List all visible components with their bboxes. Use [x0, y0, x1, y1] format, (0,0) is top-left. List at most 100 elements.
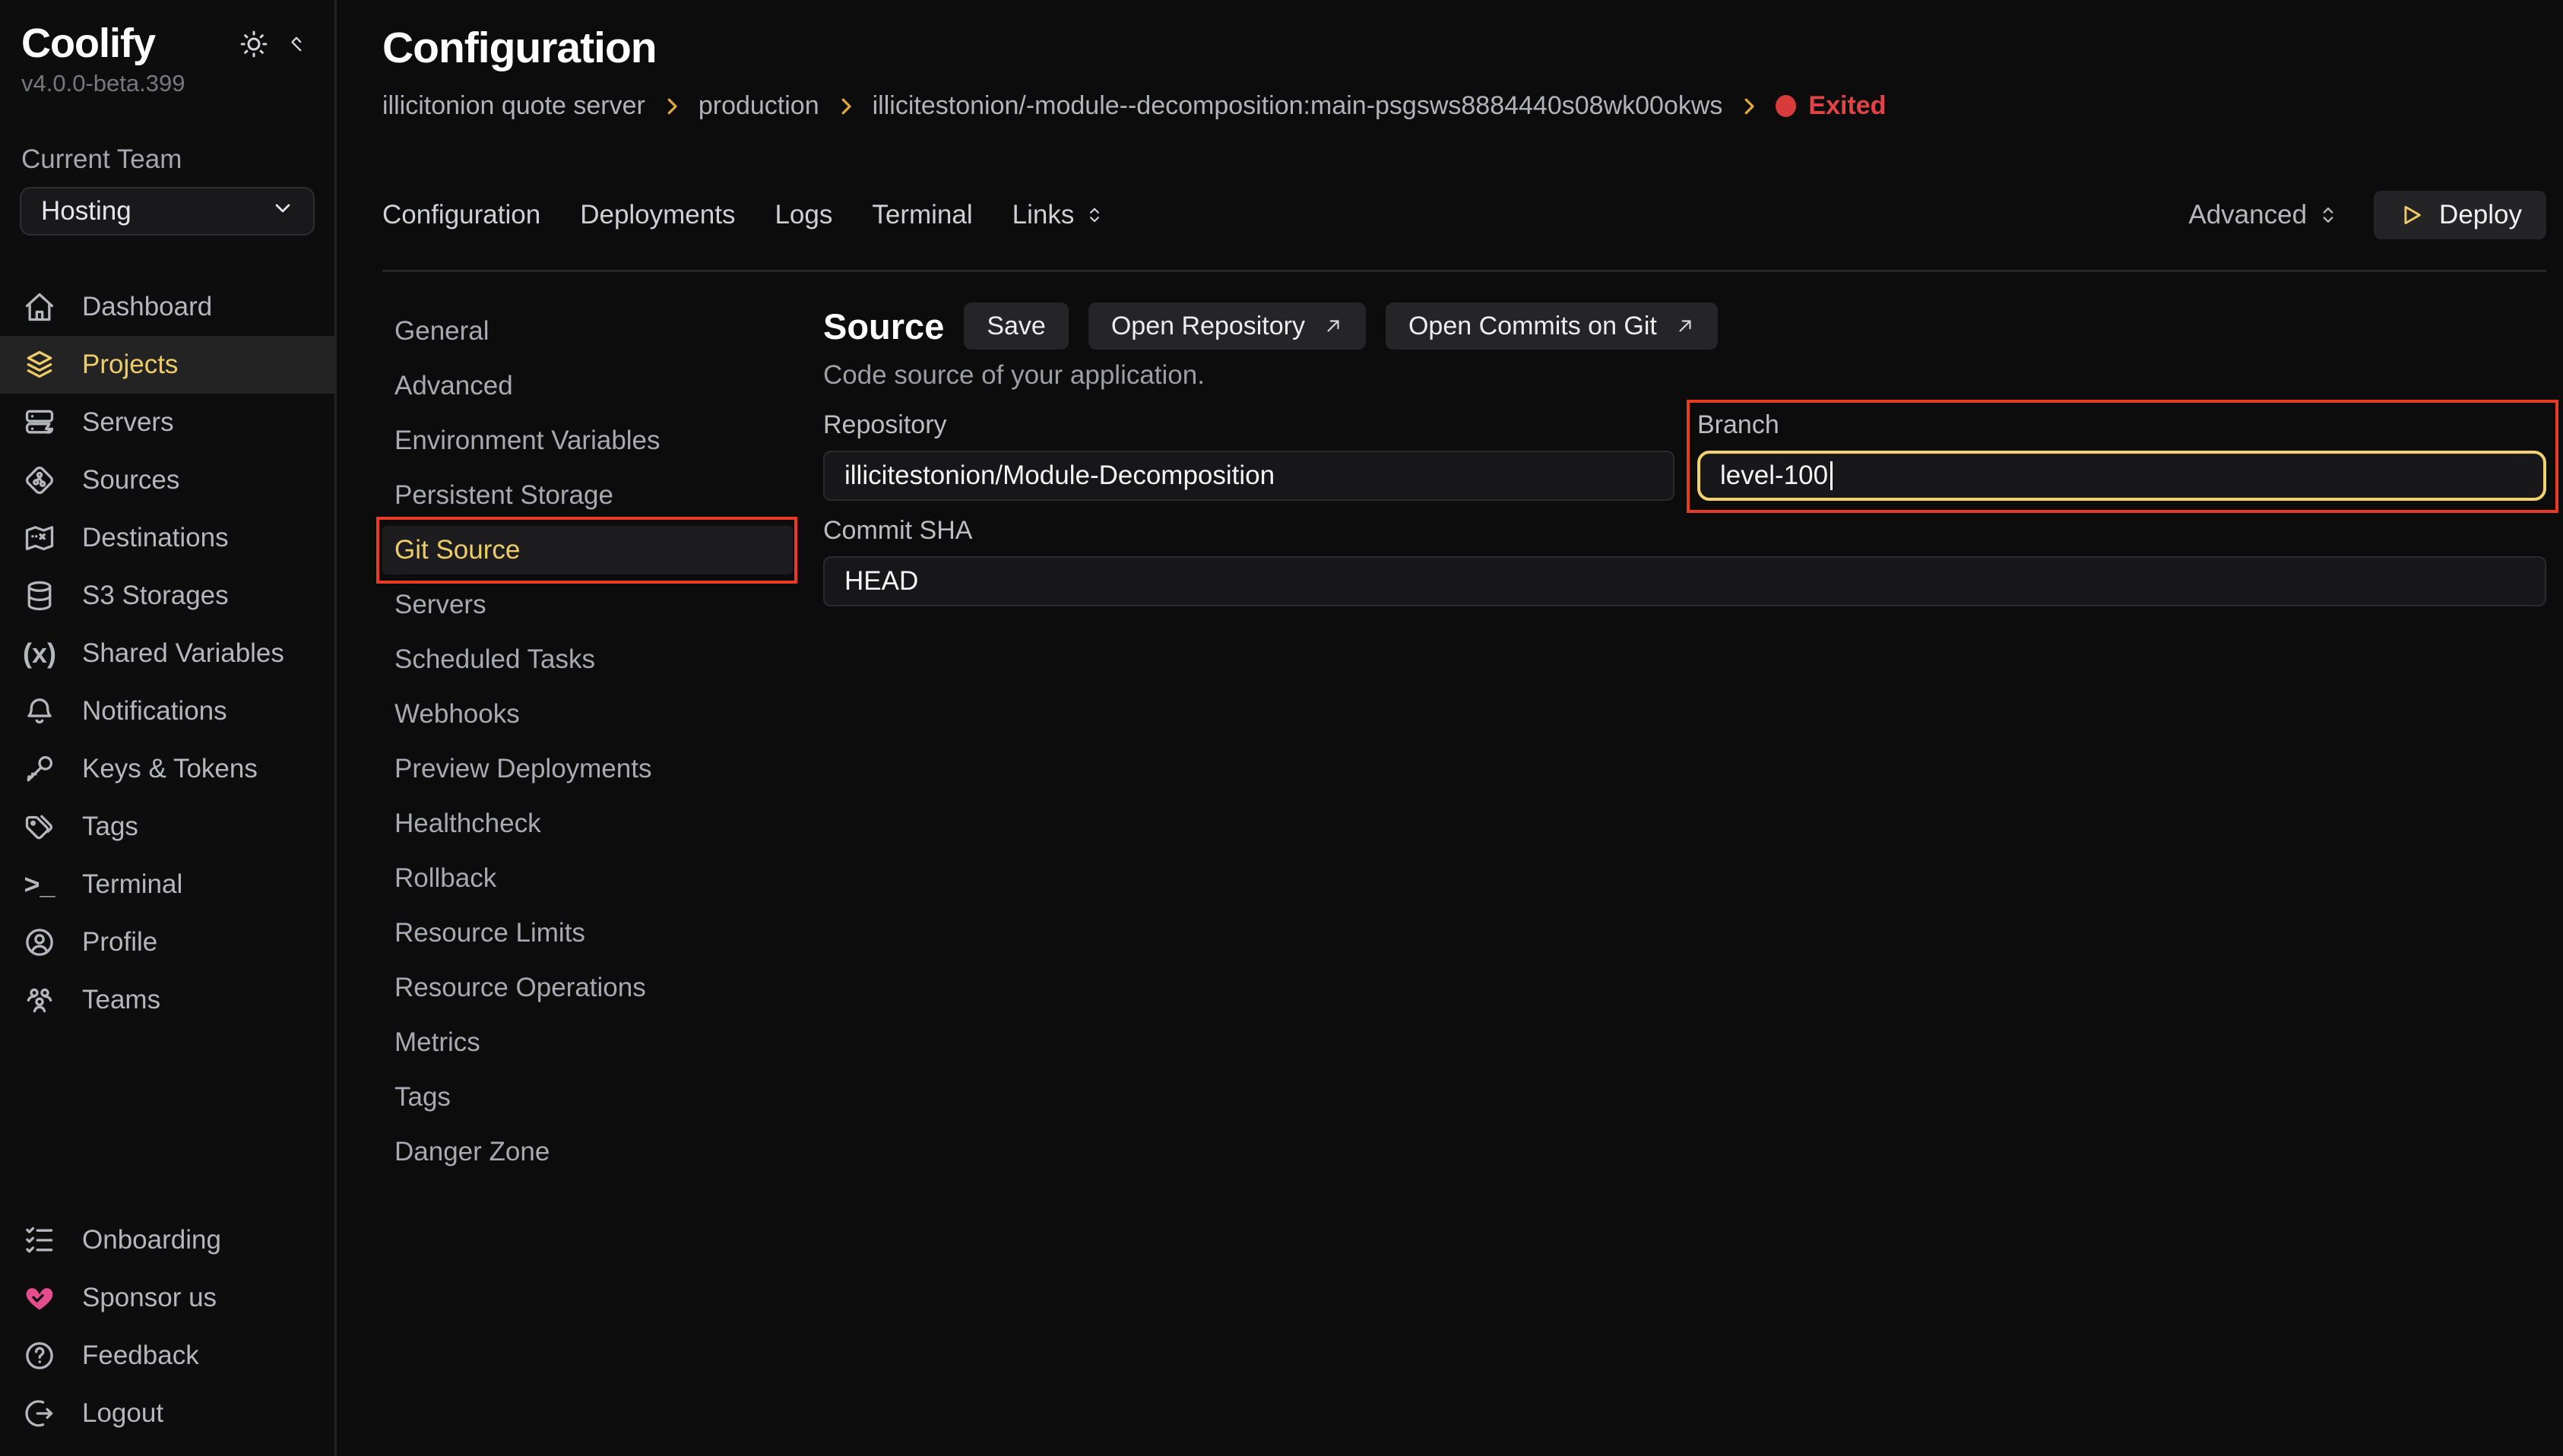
breadcrumb-application[interactable]: illicitestonion/-module--decomposition:m…	[873, 91, 1723, 121]
open-commits-label: Open Commits on Git	[1408, 312, 1657, 341]
subnav-item-preview-deployments[interactable]: Preview Deployments	[382, 745, 793, 793]
sidebar-item-label: Keys & Tokens	[82, 754, 258, 784]
chevrons-up-down-icon	[2317, 204, 2339, 226]
subnav-item-resource-limits[interactable]: Resource Limits	[382, 909, 793, 957]
sidebar-item-label: Logout	[82, 1398, 163, 1429]
external-link-arrow-icon	[1675, 316, 1695, 336]
subnav-item-danger-zone[interactable]: Danger Zone	[382, 1128, 793, 1176]
subnav-item-advanced[interactable]: Advanced	[382, 362, 793, 410]
tab-deployments[interactable]: Deployments	[580, 200, 735, 230]
sidebar-item-terminal[interactable]: >_ Terminal	[0, 856, 334, 913]
subnav-item-servers[interactable]: Servers	[382, 581, 793, 629]
tab-logs[interactable]: Logs	[775, 200, 832, 230]
tab-label: Links	[1012, 200, 1075, 230]
sidebar-item-sources[interactable]: Sources	[0, 451, 334, 509]
configuration-content: General Advanced Environment Variables P…	[382, 272, 2546, 1456]
sidebar-item-label: Onboarding	[82, 1225, 221, 1255]
sidebar-item-destinations[interactable]: Destinations	[0, 509, 334, 567]
sidebar-item-label: Sources	[82, 465, 179, 495]
sidebar-header-controls	[239, 29, 307, 63]
subnav-item-general[interactable]: General	[382, 307, 793, 356]
sidebar-item-notifications[interactable]: Notifications	[0, 682, 334, 740]
tab-terminal[interactable]: Terminal	[872, 200, 972, 230]
sidebar-item-sponsor-us[interactable]: Sponsor us	[0, 1269, 334, 1327]
subnav-item-git-source[interactable]: Git Source	[382, 526, 793, 574]
sidebar-collapse-chevrons-icon[interactable]	[286, 33, 307, 59]
branch-field: Branch level-100	[1697, 410, 2546, 501]
tabs-row: Configuration Deployments Logs Terminal …	[382, 191, 2546, 239]
sidebar-nav: Dashboard Projects Servers Sources Desti…	[0, 278, 334, 1029]
sidebar-item-label: Dashboard	[82, 292, 212, 322]
open-commits-button[interactable]: Open Commits on Git	[1386, 302, 1718, 350]
breadcrumb-project[interactable]: illicitonion quote server	[382, 91, 645, 121]
sidebar-item-feedback[interactable]: Feedback	[0, 1327, 334, 1385]
main-content: Configuration illicitonion quote server …	[337, 0, 2563, 1456]
sidebar-item-logout[interactable]: Logout	[0, 1385, 334, 1442]
breadcrumb-environment[interactable]: production	[699, 91, 819, 121]
status-badge: Exited	[1776, 91, 1886, 121]
sidebar-item-keys-tokens[interactable]: Keys & Tokens	[0, 740, 334, 798]
users-icon	[23, 983, 56, 1017]
sidebar-item-label: Teams	[82, 985, 160, 1015]
source-fields: Repository illicitestonion/Module-Decomp…	[823, 410, 2546, 606]
commit-sha-input[interactable]: HEAD	[823, 556, 2546, 606]
theme-toggle-sun-icon[interactable]	[239, 29, 269, 63]
sidebar: Coolify v4.0.0-beta.399 Current Team Hos…	[0, 0, 337, 1456]
subnav-item-scheduled-tasks[interactable]: Scheduled Tasks	[382, 635, 793, 684]
commit-sha-field: Commit SHA HEAD	[823, 516, 2546, 606]
subnav-item-metrics[interactable]: Metrics	[382, 1018, 793, 1067]
sidebar-item-label: Servers	[82, 407, 174, 438]
branch-input[interactable]: level-100	[1697, 451, 2546, 501]
status-dot-icon	[1776, 95, 1796, 117]
commit-sha-value: HEAD	[844, 566, 918, 597]
subnav-item-label: Git Source	[394, 535, 520, 565]
subnav-item-tags[interactable]: Tags	[382, 1073, 793, 1122]
page-title: Configuration	[382, 23, 2546, 73]
deploy-button[interactable]: Deploy	[2374, 191, 2546, 239]
app-logo: Coolify	[21, 20, 155, 67]
sidebar-item-s3-storages[interactable]: S3 Storages	[0, 567, 334, 625]
team-select-value: Hosting	[41, 196, 131, 226]
source-header: Source Save Open Repository Open Commits…	[823, 302, 2546, 350]
terminal-icon: >_	[23, 869, 56, 901]
sidebar-item-servers[interactable]: Servers	[0, 394, 334, 451]
help-circle-icon	[23, 1339, 56, 1372]
text-cursor	[1830, 461, 1833, 490]
tab-links[interactable]: Links	[1012, 200, 1105, 230]
subnav-item-webhooks[interactable]: Webhooks	[382, 690, 793, 739]
sidebar-item-label: Destinations	[82, 523, 229, 553]
sidebar-item-onboarding[interactable]: Onboarding	[0, 1211, 334, 1269]
source-description: Code source of your application.	[823, 360, 2546, 391]
sidebar-item-teams[interactable]: Teams	[0, 971, 334, 1029]
sidebar-item-projects[interactable]: Projects	[0, 336, 334, 394]
subnav-item-resource-operations[interactable]: Resource Operations	[382, 964, 793, 1012]
advanced-dropdown[interactable]: Advanced	[2188, 200, 2339, 230]
chevron-down-icon	[271, 196, 295, 227]
deploy-label: Deploy	[2439, 200, 2522, 230]
open-repository-button[interactable]: Open Repository	[1088, 302, 1366, 350]
repository-input[interactable]: illicitestonion/Module-Decomposition	[823, 451, 1674, 501]
app-version: v4.0.0-beta.399	[0, 70, 334, 97]
repository-field: Repository illicitestonion/Module-Decomp…	[823, 410, 1674, 501]
sidebar-item-shared-variables[interactable]: (x) Shared Variables	[0, 625, 334, 682]
tags-icon	[23, 810, 56, 844]
subnav-item-environment-variables[interactable]: Environment Variables	[382, 416, 793, 465]
sidebar-item-label: Tags	[82, 812, 138, 842]
bell-icon	[23, 695, 56, 728]
server-icon	[23, 406, 56, 439]
sidebar-item-label: Shared Variables	[82, 638, 284, 669]
subnav-item-rollback[interactable]: Rollback	[382, 854, 793, 903]
subnav-item-healthcheck[interactable]: Healthcheck	[382, 799, 793, 848]
team-select[interactable]: Hosting	[20, 187, 315, 236]
save-button[interactable]: Save	[964, 302, 1069, 350]
sidebar-item-dashboard[interactable]: Dashboard	[0, 278, 334, 336]
sidebar-item-tags[interactable]: Tags	[0, 798, 334, 856]
sidebar-item-profile[interactable]: Profile	[0, 913, 334, 971]
commit-sha-label: Commit SHA	[823, 516, 2546, 546]
toolbar-right: Advanced Deploy	[2188, 191, 2546, 239]
sidebar-item-label: Notifications	[82, 696, 227, 726]
tab-configuration[interactable]: Configuration	[382, 200, 540, 230]
advanced-label: Advanced	[2188, 200, 2307, 230]
checklist-icon	[23, 1223, 56, 1257]
subnav-item-persistent-storage[interactable]: Persistent Storage	[382, 471, 793, 520]
